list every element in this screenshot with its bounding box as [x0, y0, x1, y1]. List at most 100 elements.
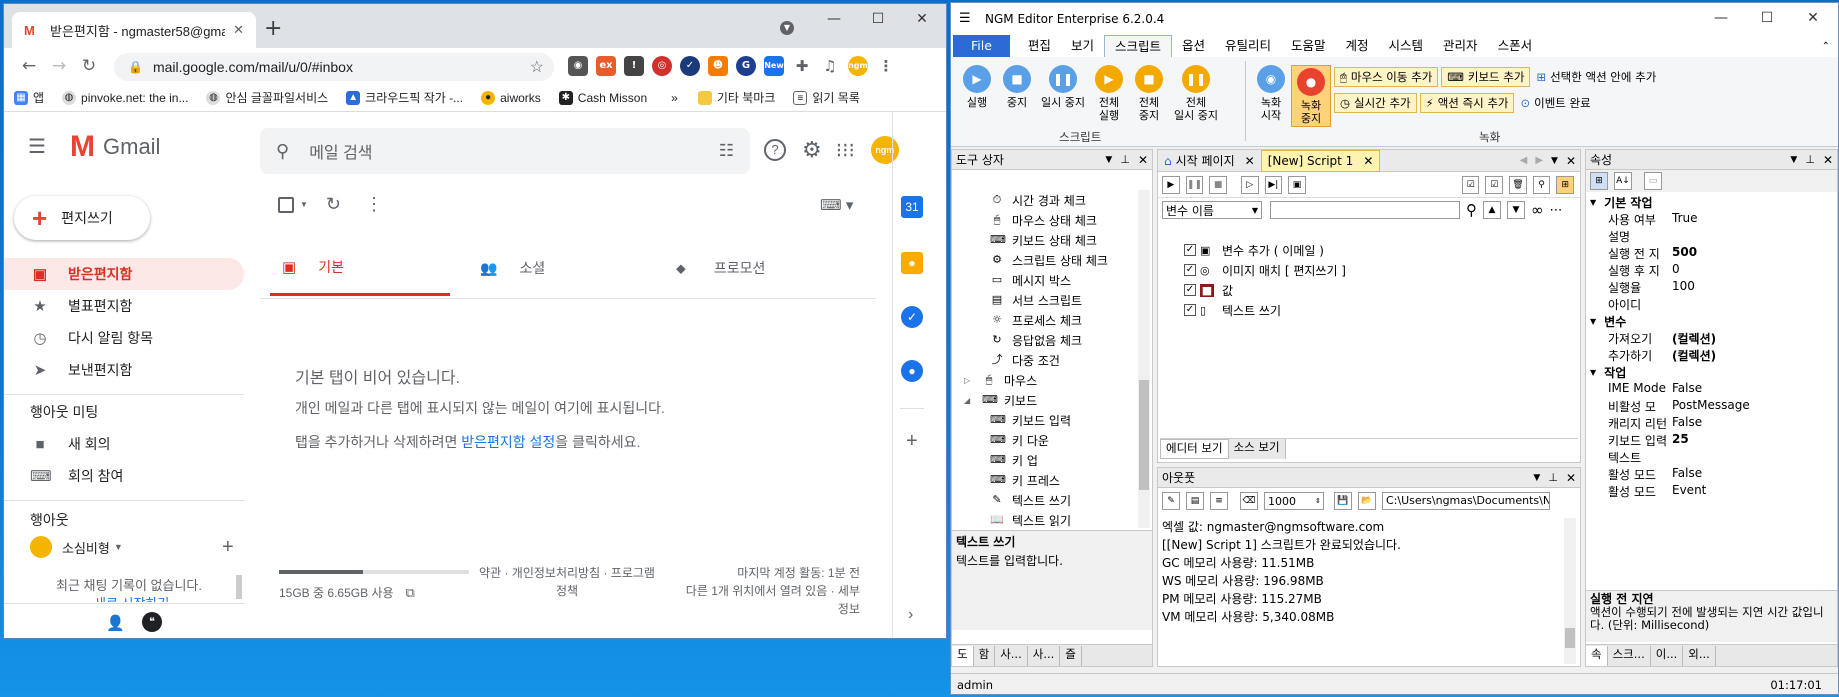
bottom-tab-user-2[interactable]: 사... [1028, 645, 1061, 666]
toolbox-item[interactable]: ⌨ 키 업 [952, 450, 1134, 470]
menu-admin[interactable]: 관리자 [1433, 35, 1488, 57]
collapse-icon[interactable]: ▼ [1590, 317, 1596, 326]
meet-join-meeting[interactable]: ⌨ 회의 참여 [4, 460, 244, 492]
output-tool-3-icon[interactable]: ≡ [1210, 492, 1228, 510]
action-checkbox[interactable]: ✓ [1184, 264, 1196, 276]
property-value[interactable]: Event [1668, 483, 1706, 500]
help-icon[interactable]: ? [764, 139, 786, 161]
tab-new-script[interactable]: [New] Script 1 ✕ [1260, 149, 1381, 172]
contacts-icon[interactable]: ● [901, 360, 923, 382]
property-value[interactable] [1668, 228, 1672, 245]
more-options-icon[interactable]: ⋮ [365, 194, 383, 215]
tasks-icon[interactable]: ✓ [901, 306, 923, 328]
puzzle-extensions-icon[interactable]: ✚ [792, 56, 812, 76]
bookmarks-overflow[interactable]: » [671, 91, 678, 105]
footer-links[interactable]: 약관 · 개인정보처리방침 · 프로그램 정책 [472, 564, 662, 600]
property-category[interactable]: ▼ 변수 [1586, 313, 1837, 330]
forward-arrow-icon[interactable]: → [44, 51, 74, 81]
pane-close-icon[interactable]: ✕ [1138, 153, 1148, 167]
toolbox-item[interactable]: ↻ 응답없음 체크 [952, 330, 1134, 350]
toolbox-item[interactable]: 📖 텍스트 읽기 [952, 510, 1134, 528]
get-addons-icon[interactable]: + [906, 430, 918, 453]
check-icon[interactable]: ☑ [1485, 175, 1504, 194]
extension-5-icon[interactable]: ✓ [680, 56, 700, 76]
property-value[interactable]: 25 [1668, 432, 1689, 449]
chrome-menu-icon[interactable]: ⋮ [876, 56, 896, 76]
open-folder-icon[interactable]: 📂 [1358, 492, 1376, 510]
bookmark-star-icon[interactable]: ☆ [530, 57, 544, 77]
tab-editor-view[interactable]: 에디터 보기 [1160, 438, 1229, 459]
record-start-button[interactable]: ◉ 녹화 시작 [1251, 65, 1291, 122]
media-control-icon[interactable]: ♫ [820, 56, 840, 76]
toolbox-item[interactable]: ⌨ 키 프레스 [952, 470, 1134, 490]
reload-icon[interactable]: ↻ [74, 51, 104, 81]
toolbox-item[interactable]: ◢ ⌨ 키보드 [952, 390, 1134, 410]
add-chat-icon[interactable]: + [222, 536, 234, 559]
extension-4-icon[interactable]: ◎ [652, 56, 672, 76]
close-tab-icon[interactable]: ✕ [1363, 154, 1373, 168]
bottom-tab-image[interactable]: 이... [1651, 645, 1684, 666]
output-tool-1-icon[interactable]: ✎ [1162, 492, 1180, 510]
delete-icon[interactable]: 🗑 [1509, 175, 1527, 194]
refresh-icon[interactable]: ↻ [326, 194, 341, 215]
collapse-icon[interactable]: ▼ [1590, 198, 1596, 207]
select-all-checkbox[interactable] [278, 196, 294, 213]
property-value[interactable]: False [1668, 466, 1702, 483]
gmail-logo[interactable]: M Gmail [70, 130, 160, 164]
property-row[interactable]: 사용 여부 True [1586, 211, 1837, 228]
toolbox-item[interactable]: ⤴ 다중 조건 [952, 350, 1134, 370]
run-all-button[interactable]: ▶ 전체 실행 [1089, 65, 1129, 122]
property-value[interactable]: (컬렉션) [1668, 330, 1716, 347]
maximize-icon[interactable]: ☐ [856, 4, 900, 34]
property-value[interactable]: 0 [1668, 262, 1680, 279]
menu-help[interactable]: 도움말 [1281, 35, 1336, 57]
stop-button[interactable]: ■ 중지 [997, 65, 1037, 109]
move-down-icon[interactable]: ▼ [1507, 201, 1525, 219]
bookmark-item[interactable]: ▦ 앱 [14, 89, 44, 106]
minimize-icon[interactable]: — [1698, 3, 1744, 33]
stop-script-icon[interactable]: ■ [1209, 175, 1227, 194]
run-script-icon[interactable]: ▶ [1162, 175, 1180, 194]
property-value[interactable]: (컬렉션) [1668, 347, 1716, 364]
reading-list[interactable]: ≡ 읽기 목록 [793, 89, 860, 106]
pane-close-icon[interactable]: ✕ [1566, 154, 1576, 168]
toolbox-item[interactable]: ▤ 서브 스크립트 [952, 290, 1134, 310]
add-mouse-move-button[interactable]: 🖱 마우스 이동 추가 [1334, 67, 1439, 87]
property-row[interactable]: 비활성 모 PostMessage [1586, 398, 1837, 415]
inbox-settings-link[interactable]: 받은편지함 설정 [461, 434, 555, 450]
bookmark-item[interactable]: ● aiworks [481, 90, 541, 105]
bookmark-item[interactable]: ◍ 안심 글꼴파일서비스 [206, 89, 328, 106]
select-dropdown-icon[interactable]: ▼ [300, 200, 308, 209]
eraser-icon[interactable]: ⌫ [1240, 492, 1258, 510]
property-row[interactable]: 설명 [1586, 228, 1837, 245]
script-action-row[interactable]: ✓ ■ 값 [1184, 280, 1574, 300]
pane-dropdown-icon[interactable]: ▼ [1105, 155, 1112, 165]
property-value[interactable]: False [1668, 381, 1702, 398]
menu-system[interactable]: 시스템 [1379, 35, 1434, 57]
property-row[interactable]: 실행 후 지 0 [1586, 262, 1837, 279]
pane-dropdown-icon[interactable]: ▼ [1533, 473, 1540, 483]
property-value[interactable]: False [1668, 415, 1702, 432]
script-action-row[interactable]: ✓ ▣ 변수 추가 ( 이메일 ) [1184, 240, 1574, 260]
step-icon[interactable]: ▣ [1288, 175, 1306, 194]
move-up-icon[interactable]: ▲ [1483, 201, 1501, 219]
toolbox-item[interactable]: ▭ 메시지 박스 [952, 270, 1134, 290]
keep-icon[interactable]: ● [901, 252, 923, 274]
bookmark-item[interactable]: ▲ 크라우드픽 작가 -... [346, 89, 463, 106]
apps-grid-icon[interactable]: ⁝⁝⁝ [836, 138, 855, 163]
browser-tab-gmail[interactable]: M 받은편지함 - ngmaster58@gma ✕ [12, 12, 256, 48]
extension-1-icon[interactable]: ◉ [568, 56, 588, 76]
bottom-tab-user-1[interactable]: 사... [995, 645, 1028, 666]
variable-name-select[interactable]: 변수 이름 ▼ [1162, 201, 1262, 219]
action-checkbox[interactable]: ✓ [1184, 284, 1196, 296]
property-row[interactable]: 실행율 100 [1586, 279, 1837, 296]
search-options-icon[interactable]: ☷ [719, 141, 734, 161]
menu-options[interactable]: 옵션 [1172, 35, 1215, 57]
extension-new-badge[interactable]: New [764, 56, 784, 76]
pin-icon[interactable]: ⊥ [1548, 471, 1558, 484]
bottom-tab-favorites[interactable]: 즐 [1060, 645, 1082, 666]
menu-sponsor[interactable]: 스폰서 [1488, 35, 1543, 57]
search-icon[interactable]: ⚲ [276, 141, 289, 162]
tab-start-page[interactable]: ⌂ 시작 페이지 ✕ [1158, 150, 1261, 172]
script-action-row[interactable]: ✓ ◎ 이미지 매치 [ 편지쓰기 ] [1184, 260, 1574, 280]
